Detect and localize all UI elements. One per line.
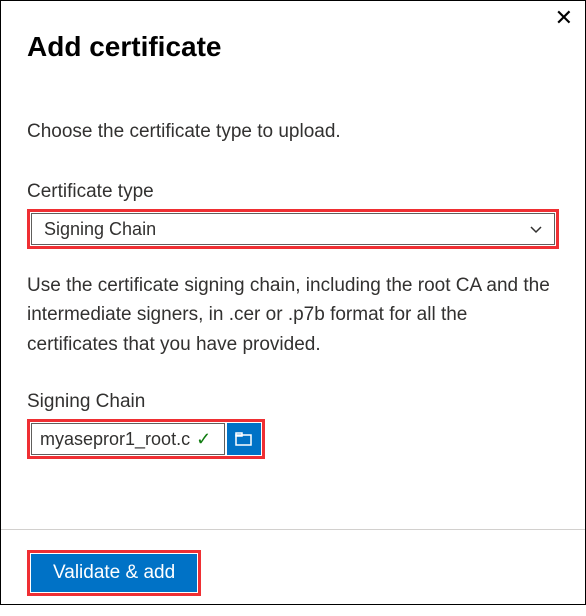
certificate-type-selected: Signing Chain	[44, 219, 156, 240]
certificate-type-select[interactable]: Signing Chain	[31, 213, 555, 245]
file-input[interactable]: myasepror1_root.c ✓	[31, 423, 225, 455]
certificate-type-highlight: Signing Chain	[27, 209, 559, 249]
checkmark-icon: ✓	[196, 429, 211, 450]
file-name-text: myasepror1_root.c	[40, 429, 190, 450]
instruction-text: Choose the certificate type to upload.	[27, 121, 559, 143]
validate-add-button[interactable]: Validate & add	[31, 554, 197, 592]
certificate-type-description: Use the certificate signing chain, inclu…	[27, 271, 559, 359]
file-field-label: Signing Chain	[27, 391, 559, 413]
submit-highlight: Validate & add	[27, 550, 201, 596]
close-button[interactable]: ✕	[549, 5, 579, 31]
file-field-highlight: myasepror1_root.c ✓	[27, 419, 265, 459]
browse-button[interactable]	[227, 423, 261, 455]
panel-content: Add certificate Choose the certificate t…	[1, 1, 585, 459]
page-title: Add certificate	[27, 31, 559, 63]
footer: Validate & add	[1, 530, 585, 616]
folder-icon	[235, 432, 253, 446]
chevron-down-icon	[530, 221, 542, 237]
close-icon: ✕	[555, 5, 573, 30]
certificate-type-label: Certificate type	[27, 181, 559, 203]
